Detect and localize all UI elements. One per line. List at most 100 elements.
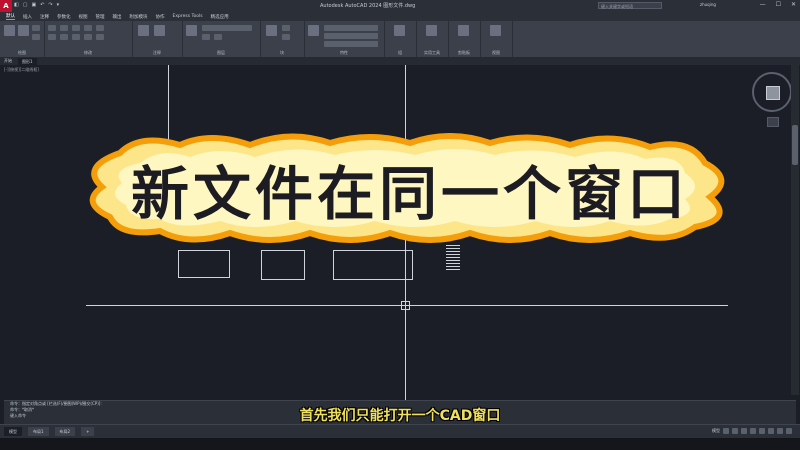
insert-block-icon[interactable] (266, 25, 277, 36)
panel-title: 修改 (84, 50, 92, 55)
ribbon: 绘图 修改 注释 图层 块 特性 组 实用工具 剪贴板 视图 (0, 21, 800, 58)
close-button[interactable]: ✕ (791, 1, 796, 8)
fillet-tool-icon[interactable] (48, 34, 56, 40)
annotation-scale-icon[interactable] (768, 428, 774, 434)
layout-tab-model[interactable]: 模型 (4, 427, 22, 436)
tab-output[interactable]: 输出 (113, 14, 122, 20)
tab-express-tools[interactable]: Express Tools (173, 14, 203, 19)
tab-manage[interactable]: 管理 (96, 14, 105, 20)
layer-dropdown[interactable] (202, 25, 252, 31)
snap-toggle-icon[interactable] (732, 428, 738, 434)
edit-block-icon[interactable] (282, 34, 290, 40)
panel-view: 视图 (480, 21, 513, 57)
circle-tool-icon[interactable] (32, 25, 40, 31)
tab-collaborate[interactable]: 协作 (156, 14, 165, 20)
match-properties-icon[interactable] (308, 25, 319, 36)
drawing-rectangle (261, 250, 305, 280)
copy-tool-icon[interactable] (84, 25, 92, 31)
ortho-toggle-icon[interactable] (741, 428, 747, 434)
group-icon[interactable] (394, 25, 405, 36)
tab-parametric[interactable]: 参数化 (57, 14, 71, 20)
navigation-bar[interactable] (767, 117, 779, 127)
qat-new-icon[interactable]: ◧ (14, 2, 19, 8)
layer-freeze-icon[interactable] (202, 34, 210, 40)
polyline-tool-icon[interactable] (18, 25, 29, 36)
erase-tool-icon[interactable] (96, 34, 104, 40)
window-title: Autodesk AutoCAD 2024 图形文件.dwg (320, 3, 416, 9)
measure-icon[interactable] (426, 25, 437, 36)
scale-tool-icon[interactable] (72, 34, 80, 40)
tab-addins[interactable]: 附加模块 (130, 14, 148, 20)
scrollbar-thumb[interactable] (792, 125, 798, 165)
tab-featured-apps[interactable]: 精选应用 (211, 14, 229, 20)
panel-title: 剪贴板 (458, 50, 470, 55)
panel-title: 视图 (492, 50, 500, 55)
maximize-button[interactable]: ☐ (776, 1, 781, 8)
add-layout-button[interactable]: + (81, 427, 95, 436)
text-tool-icon[interactable] (138, 25, 149, 36)
layer-lock-icon[interactable] (214, 34, 222, 40)
panel-block: 块 (260, 21, 305, 57)
title-bar: A ◧ ▢ ▣ ↶ ↷ ▾ Autodesk AutoCAD 2024 图形文件… (0, 0, 800, 12)
workspace-gear-icon[interactable] (777, 428, 783, 434)
color-dropdown[interactable] (324, 25, 378, 31)
move-tool-icon[interactable] (48, 25, 56, 31)
mirror-tool-icon[interactable] (96, 25, 104, 31)
panel-layers: 图层 (182, 21, 261, 57)
tab-default[interactable]: 默认 (6, 13, 15, 20)
video-subtitle: 首先我们只能打开一个CAD窗口 (299, 408, 501, 424)
viewcube-face[interactable] (766, 86, 780, 100)
panel-title: 特性 (340, 50, 348, 55)
drawing-stairs (446, 245, 460, 270)
stretch-tool-icon[interactable] (60, 34, 68, 40)
panel-groups: 组 (384, 21, 417, 57)
create-block-icon[interactable] (282, 25, 290, 31)
model-space-label[interactable]: 模型 (712, 428, 720, 434)
line-tool-icon[interactable] (4, 25, 15, 36)
viewcube[interactable] (752, 72, 792, 112)
qat-save-icon[interactable]: ▣ (31, 2, 36, 8)
tab-annotate[interactable]: 注释 (40, 14, 49, 20)
document-tabs: 开始 图形1 (0, 57, 800, 65)
arc-tool-icon[interactable] (32, 34, 40, 40)
drawing-rectangle (333, 250, 413, 280)
qat-undo-icon[interactable]: ↶ (40, 2, 44, 8)
tab-insert[interactable]: 插入 (23, 14, 32, 20)
panel-title: 实用工具 (424, 50, 440, 55)
lineweight-dropdown[interactable] (324, 41, 378, 47)
qat-dropdown-icon[interactable]: ▾ (57, 2, 60, 8)
panel-title: 绘图 (18, 50, 26, 55)
title-banner: 新文件在同一个窗口 (80, 133, 740, 245)
panel-title: 组 (398, 50, 402, 55)
vertical-scrollbar[interactable] (791, 65, 799, 395)
qat-redo-icon[interactable]: ↷ (48, 2, 52, 8)
linetype-dropdown[interactable] (324, 33, 378, 39)
layout-tab-1[interactable]: 布局1 (28, 427, 49, 436)
polar-toggle-icon[interactable] (750, 428, 756, 434)
panel-properties: 特性 (304, 21, 385, 57)
paste-icon[interactable] (458, 25, 469, 36)
customize-menu-icon[interactable] (786, 428, 792, 434)
trim-tool-icon[interactable] (72, 25, 80, 31)
viewport-controls[interactable]: [-][俯视][二维线框] (4, 67, 39, 73)
dimension-tool-icon[interactable] (154, 25, 165, 36)
minimize-button[interactable]: — (760, 1, 766, 8)
array-tool-icon[interactable] (84, 34, 92, 40)
rotate-tool-icon[interactable] (60, 25, 68, 31)
panel-clipboard: 剪贴板 (448, 21, 481, 57)
doc-tab-start[interactable]: 开始 (4, 58, 12, 64)
qat-open-icon[interactable]: ▢ (23, 2, 28, 8)
user-name[interactable]: zhuqing (700, 2, 716, 7)
osnap-toggle-icon[interactable] (759, 428, 765, 434)
status-bar: 模型 布局1 布局2 + 模型 (0, 424, 800, 438)
grid-toggle-icon[interactable] (723, 428, 729, 434)
base-view-icon[interactable] (490, 25, 501, 36)
tab-view[interactable]: 视图 (79, 14, 88, 20)
autocad-logo-icon[interactable]: A (0, 0, 12, 12)
window-controls: — ☐ ✕ (760, 1, 796, 8)
doc-tab-drawing[interactable]: 图形1 (18, 57, 37, 65)
panel-title: 注释 (153, 50, 161, 55)
layout-tab-2[interactable]: 布局2 (54, 427, 76, 436)
search-input[interactable]: 键入关键字或短语 (598, 2, 662, 9)
layer-properties-icon[interactable] (186, 25, 197, 36)
